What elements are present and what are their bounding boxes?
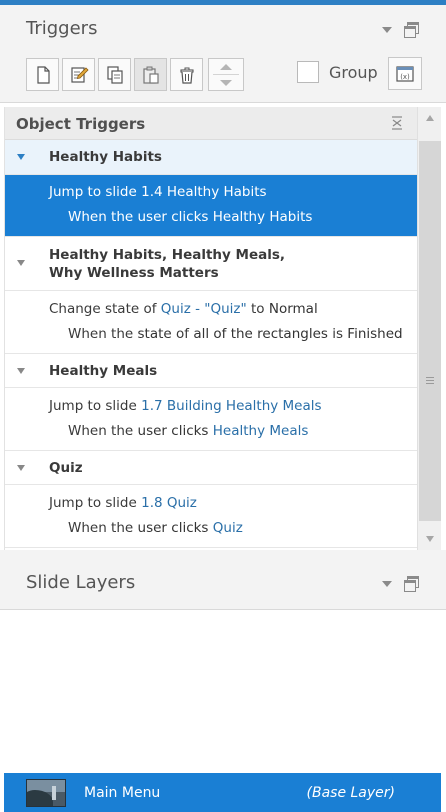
trigger-group-healthy-habits[interactable]: Healthy Habits [5, 140, 417, 175]
layer-thumbnail [26, 778, 66, 807]
panel-menu-arrow-icon[interactable] [382, 26, 392, 33]
base-layer-tag: (Base Layer) [306, 784, 396, 801]
triggers-panel: Triggers Group (x) [0, 5, 446, 103]
trigger-condition-objects[interactable]: all of the rectangles [193, 326, 328, 342]
group-name: Healthy Habits [49, 149, 162, 165]
triggers-scrollbar[interactable] [417, 107, 441, 550]
trigger-condition-user[interactable]: user [138, 520, 167, 536]
trigger-state-value[interactable]: Normal [269, 301, 318, 317]
trigger-condition-text: When the [68, 423, 134, 439]
expand-caret-icon[interactable] [17, 368, 25, 374]
trigger-condition-state[interactable]: state [138, 326, 172, 342]
triggers-toolbar [26, 58, 244, 91]
variables-icon: (x) [396, 65, 414, 82]
trash-icon [179, 67, 194, 84]
thumbnail-mark [52, 785, 56, 800]
trigger-target-link[interactable]: Quiz - "Quiz" [161, 301, 247, 317]
thumbnail-hill [27, 789, 53, 806]
updown-separator [213, 74, 239, 75]
trigger-condition-of: of [176, 326, 190, 342]
trigger-group-healthy-habits-meals-wellness[interactable]: Healthy Habits, Healthy Meals, Why Welln… [5, 237, 417, 291]
trigger-condition-line: When the user clicks Healthy Meals [68, 423, 308, 439]
trigger-row[interactable]: Jump to slide 1.8 Quiz When the user cli… [5, 485, 417, 548]
base-layer-row[interactable]: Main Menu (Base Layer) [4, 773, 441, 812]
base-layer-name: Main Menu [84, 784, 161, 801]
trigger-condition-line: When the user clicks Healthy Habits [68, 209, 312, 225]
group-label: Group [329, 62, 378, 82]
trigger-target-link[interactable]: 1.4 Healthy Habits [141, 184, 266, 200]
manage-variables-button[interactable]: (x) [388, 57, 422, 90]
trigger-action-line: Jump to slide 1.7 Building Healthy Meals [49, 398, 322, 414]
delete-trigger-button[interactable] [170, 58, 203, 91]
trigger-row[interactable]: Jump to slide 1.4 Healthy Habits When th… [5, 175, 417, 237]
trigger-condition-value[interactable]: Finished [347, 326, 402, 342]
group-name-line1: Healthy Habits, Healthy Meals, [49, 247, 286, 263]
trigger-group-healthy-meals[interactable]: Healthy Meals [5, 354, 417, 388]
trigger-action: Jump to slide [49, 398, 137, 414]
trigger-condition-text: When the user clicks [68, 209, 209, 225]
paste-clipboard-icon [142, 66, 159, 84]
new-document-icon [36, 65, 50, 84]
group-toggle[interactable]: Group [297, 61, 378, 83]
scroll-down-arrow-icon[interactable] [426, 536, 434, 542]
slide-layers-list [0, 610, 446, 773]
trigger-condition-is: is [332, 326, 343, 342]
panel-divider[interactable] [0, 550, 446, 558]
trigger-condition-event[interactable]: clicks [171, 520, 208, 536]
object-triggers-header: Object Triggers [5, 107, 417, 140]
trigger-action-line: Change state of Quiz - "Quiz" to Normal [49, 301, 318, 317]
paste-trigger-button[interactable] [134, 58, 167, 91]
new-trigger-button[interactable] [26, 58, 59, 91]
trigger-action: Change state of [49, 301, 157, 317]
collapse-all-icon[interactable] [391, 116, 403, 130]
trigger-action-line: Jump to slide 1.8 Quiz [49, 495, 197, 511]
trigger-condition-link[interactable]: Quiz [213, 520, 243, 536]
trigger-action-line: Jump to slide 1.4 Healthy Habits [49, 184, 267, 200]
trigger-condition-text: When the [68, 520, 134, 536]
move-trigger-updown[interactable] [208, 58, 244, 91]
trigger-condition-text: When the [68, 326, 134, 342]
trigger-target-link[interactable]: 1.7 Building Healthy Meals [141, 398, 321, 414]
trigger-action: Jump to slide [49, 184, 137, 200]
trigger-row[interactable]: Jump to slide 1.7 Building Healthy Meals… [5, 388, 417, 451]
trigger-condition-event[interactable]: clicks [171, 423, 208, 439]
copy-icon [106, 65, 123, 84]
trigger-condition-link[interactable]: Healthy Habits [213, 209, 313, 225]
trigger-condition-link[interactable]: Healthy Meals [213, 423, 309, 439]
triggers-panel-title: Triggers [26, 18, 98, 39]
group-checkbox[interactable] [297, 61, 319, 83]
scrollbar-grip-icon [426, 377, 434, 384]
expand-caret-icon[interactable] [17, 465, 25, 471]
slide-layers-panel: Slide Layers [0, 558, 446, 610]
panel-menu-arrow-icon[interactable] [382, 580, 392, 587]
trigger-group-quiz[interactable]: Quiz [5, 451, 417, 485]
expand-caret-icon[interactable] [17, 154, 25, 160]
expand-caret-icon[interactable] [17, 260, 25, 266]
object-triggers-title: Object Triggers [16, 115, 146, 133]
trigger-condition-line: When the user clicks Quiz [68, 520, 243, 536]
group-name-line2: Why Wellness Matters [49, 265, 219, 281]
trigger-to-text: to [251, 301, 265, 317]
panel-restore-icon[interactable] [404, 22, 419, 38]
slide-layers-title: Slide Layers [26, 572, 136, 593]
scrollbar-thumb[interactable] [419, 141, 441, 521]
edit-pencil-icon [70, 66, 89, 83]
panel-restore-icon[interactable] [404, 576, 419, 592]
scroll-up-arrow-icon[interactable] [426, 115, 434, 121]
trigger-row[interactable]: Change state of Quiz - "Quiz" to Normal … [5, 291, 417, 354]
group-name: Healthy Meals [49, 363, 158, 379]
trigger-condition-user[interactable]: user [138, 423, 167, 439]
move-down-icon[interactable] [220, 79, 232, 86]
object-triggers-list: Object Triggers Healthy Habits Jump to s… [4, 107, 417, 550]
edit-trigger-button[interactable] [62, 58, 95, 91]
trigger-condition-line: When the state of all of the rectangles … [68, 326, 403, 342]
triggers-panel-controls [382, 22, 419, 38]
group-name: Quiz [49, 460, 83, 476]
move-up-icon[interactable] [220, 63, 232, 70]
copy-trigger-button[interactable] [98, 58, 131, 91]
trigger-target-link[interactable]: 1.8 Quiz [141, 495, 197, 511]
slide-layers-controls [382, 576, 419, 592]
svg-text:(x): (x) [400, 73, 410, 81]
trigger-action: Jump to slide [49, 495, 137, 511]
